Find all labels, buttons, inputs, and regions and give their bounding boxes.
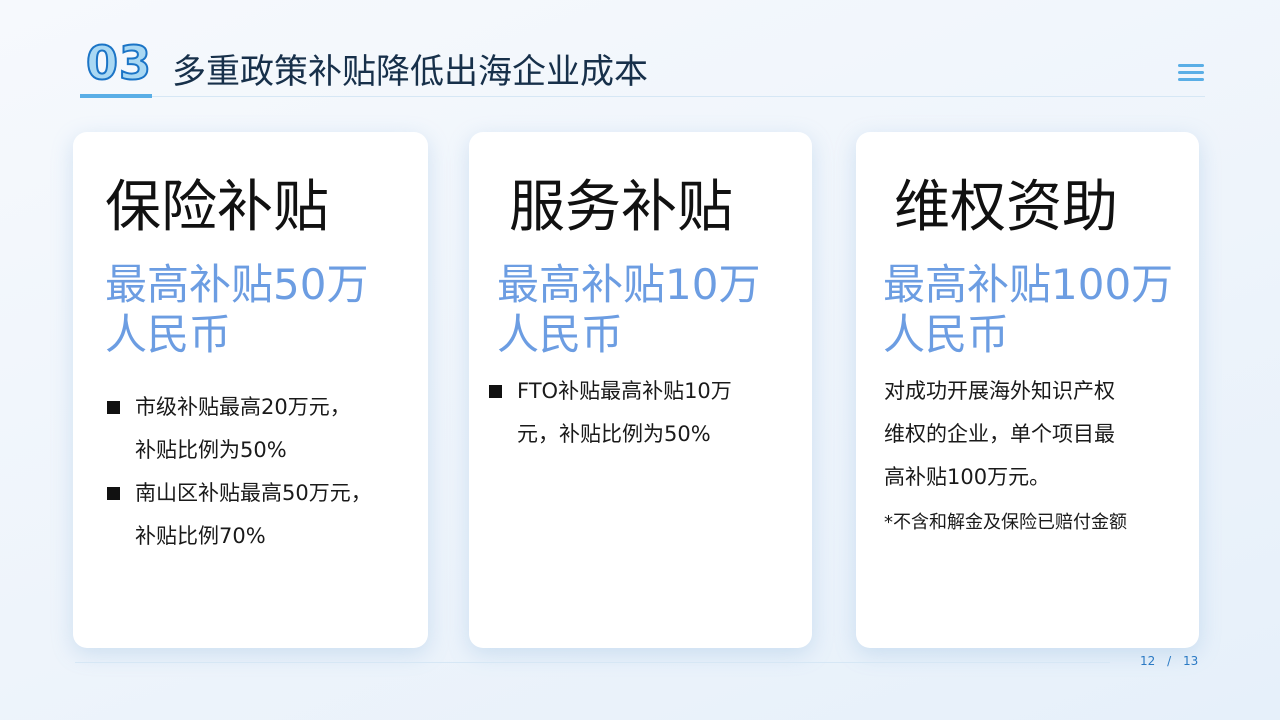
header-accent-bar xyxy=(80,94,152,98)
footnote: *不含和解金及保险已赔付金额 xyxy=(884,512,1127,533)
card-amount: 最高补贴100万 人民币 xyxy=(883,260,1173,360)
page-separator: / xyxy=(1167,654,1172,668)
card-title: 维权资助 xyxy=(894,175,1118,240)
current-page: 12 xyxy=(1140,654,1156,668)
bullet-text: 元，补贴比例为50% xyxy=(517,422,711,446)
amount-line: 人民币 xyxy=(883,310,1010,359)
bullet-list: 市级补贴最高20万元， 补贴比例为50% 南山区补贴最高50万元， 补贴比例70… xyxy=(107,386,417,558)
bullet-text: 南山区补贴最高50万元， xyxy=(135,481,372,505)
description-line: 对成功开展海外知识产权 xyxy=(884,379,1115,403)
card-insurance-subsidy: 保险补贴 最高补贴50万 人民币 市级补贴最高20万元， 补贴比例为50% 南山… xyxy=(73,132,428,648)
amount-line: 最高补贴10万 xyxy=(497,260,761,309)
bullet-text: 市级补贴最高20万元， xyxy=(135,395,351,419)
bullet-text: 补贴比例70% xyxy=(135,524,266,548)
bullet-text: 补贴比例为50% xyxy=(135,438,287,462)
card-title: 保险补贴 xyxy=(105,175,329,240)
square-bullet-icon xyxy=(489,385,502,398)
card-title: 服务补贴 xyxy=(509,175,733,240)
header-divider xyxy=(152,96,1205,97)
list-item: 市级补贴最高20万元， 补贴比例为50% xyxy=(107,386,417,472)
card-service-subsidy: 服务补贴 最高补贴10万 人民币 FTO补贴最高补贴10万 元，补贴比例为50% xyxy=(469,132,812,648)
card-amount: 最高补贴50万 人民币 xyxy=(105,260,368,360)
page-title: 多重政策补贴降低出海企业成本 xyxy=(172,52,648,92)
list-item: 南山区补贴最高50万元， 补贴比例70% xyxy=(107,472,417,558)
description-line: 高补贴100万元。 xyxy=(884,465,1051,489)
square-bullet-icon xyxy=(107,487,120,500)
list-item: FTO补贴最高补贴10万 元，补贴比例为50% xyxy=(489,370,799,456)
section-number: 03 xyxy=(85,35,153,91)
amount-line: 人民币 xyxy=(497,310,624,359)
amount-line: 人民币 xyxy=(105,310,232,359)
description-line: 维权的企业，单个项目最 xyxy=(884,422,1115,446)
amount-line: 最高补贴100万 xyxy=(883,260,1174,309)
slide-header: 03 多重政策补贴降低出海企业成本 xyxy=(80,30,1205,98)
footer-divider xyxy=(75,662,1110,663)
amount-line: 最高补贴50万 xyxy=(105,260,369,309)
square-bullet-icon xyxy=(107,401,120,414)
card-amount: 最高补贴10万 人民币 xyxy=(497,260,760,360)
bullet-text: FTO补贴最高补贴10万 xyxy=(517,379,732,403)
card-rights-protection-funding: 维权资助 最高补贴100万 人民币 对成功开展海外知识产权 维权的企业，单个项目… xyxy=(856,132,1199,648)
card-description: 对成功开展海外知识产权 维权的企业，单个项目最 高补贴100万元。 xyxy=(884,370,1184,499)
menu-icon[interactable] xyxy=(1178,64,1204,82)
bullet-list: FTO补贴最高补贴10万 元，补贴比例为50% xyxy=(489,370,799,456)
total-pages: 13 xyxy=(1182,654,1199,668)
page-indicator: 12 / 13 xyxy=(1140,654,1198,668)
